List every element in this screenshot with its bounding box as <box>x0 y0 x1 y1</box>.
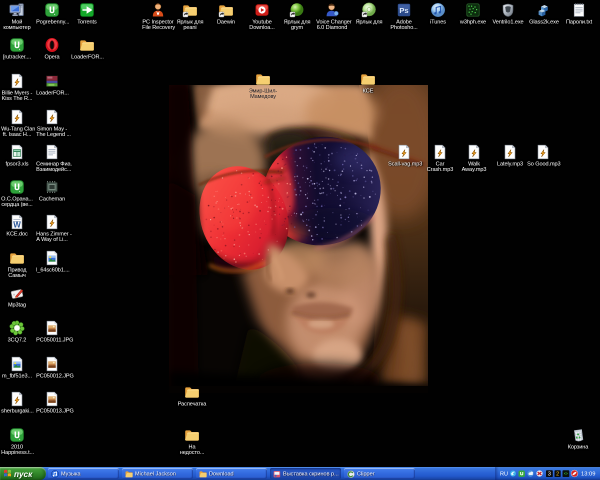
svg-text:Ps: Ps <box>399 6 408 15</box>
svg-text:2: 2 <box>556 472 559 478</box>
svg-text:3: 3 <box>548 472 551 478</box>
svg-text:пуск: пуск <box>14 470 33 479</box>
svg-text:W: W <box>13 220 21 229</box>
